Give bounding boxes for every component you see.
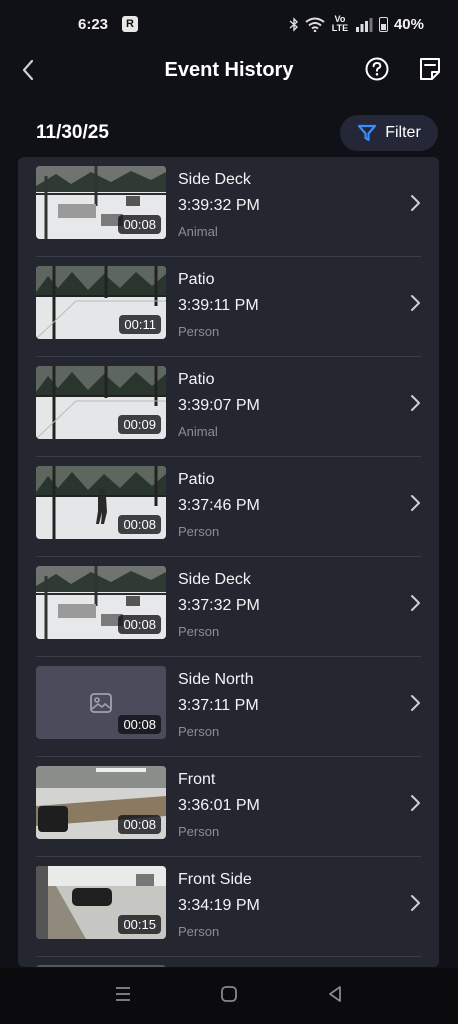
event-thumbnail[interactable]: 00:08 xyxy=(36,566,166,639)
row-divider xyxy=(36,956,421,957)
clip-duration: 00:11 xyxy=(119,315,161,334)
event-time: 3:37:46 PM xyxy=(178,497,260,514)
event-thumbnail[interactable]: 00:15 xyxy=(36,866,166,939)
event-type: Person xyxy=(178,624,220,639)
chevron-right-icon xyxy=(411,595,420,611)
help-button[interactable] xyxy=(364,56,390,82)
recents-icon xyxy=(116,986,130,1001)
chevron-left-icon xyxy=(22,59,34,81)
event-time: 3:39:11 PM xyxy=(178,297,259,314)
event-thumbnail[interactable]: 00:08 xyxy=(36,666,166,739)
clip-duration: 00:08 xyxy=(118,815,161,834)
event-row[interactable]: 00:08 Patio 3:37:46 PM Person xyxy=(18,457,439,557)
home-button[interactable] xyxy=(219,984,239,1009)
event-time: 3:37:32 PM xyxy=(178,597,260,614)
camera-name: Side Deck xyxy=(178,571,251,588)
event-type: Animal xyxy=(178,224,218,239)
recents-button[interactable] xyxy=(113,985,133,1008)
date-label: 11/30/25 xyxy=(36,122,109,143)
event-time: 3:39:32 PM xyxy=(178,197,260,214)
camera-name: Patio xyxy=(178,471,215,488)
event-row[interactable]: 00:11 Patio 3:39:11 PM Person xyxy=(18,257,439,357)
wifi-icon xyxy=(305,17,325,32)
filter-button[interactable]: Filter xyxy=(340,115,438,151)
app-notification-icon: R xyxy=(122,16,139,32)
clip-duration: 00:09 xyxy=(118,415,161,434)
event-row[interactable]: 00:08 Front 3:36:01 PM Person xyxy=(18,757,439,857)
event-row[interactable]: 00:08 Side Deck 3:37:32 PM Person xyxy=(18,557,439,657)
event-time: 3:39:07 PM xyxy=(178,397,260,414)
next-event-thumbnail-partial xyxy=(36,965,166,967)
chevron-right-icon xyxy=(411,195,420,211)
event-thumbnail[interactable]: 00:11 xyxy=(36,266,166,339)
clip-duration: 00:08 xyxy=(118,215,161,234)
status-icons: Vo LTE 40% xyxy=(289,15,424,33)
camera-name: Patio xyxy=(178,271,215,288)
chevron-right-icon xyxy=(411,895,420,911)
chevron-right-icon xyxy=(411,795,420,811)
chevron-right-icon xyxy=(411,395,420,411)
event-time: 3:36:01 PM xyxy=(178,797,260,814)
clip-duration: 00:08 xyxy=(118,615,161,634)
note-icon xyxy=(420,58,440,80)
volte-indicator: Vo LTE xyxy=(331,14,349,33)
bluetooth-icon xyxy=(289,16,298,32)
clip-duration: 00:15 xyxy=(118,915,161,934)
event-time: 3:34:19 PM xyxy=(178,897,260,914)
event-time: 3:37:11 PM xyxy=(178,697,259,714)
event-row[interactable]: 00:15 Front Side 3:34:19 PM Person xyxy=(18,857,439,957)
back-nav-button[interactable] xyxy=(325,984,345,1009)
event-row[interactable]: 00:08 Side Deck 3:39:32 PM Animal xyxy=(18,157,439,257)
back-triangle-icon xyxy=(329,985,341,1002)
event-type: Person xyxy=(178,924,220,939)
battery-percent: 40% xyxy=(393,15,424,33)
chevron-right-icon xyxy=(411,295,420,311)
event-list[interactable]: 00:08 Side Deck 3:39:32 PM Animal 00:11 … xyxy=(18,157,439,967)
filter-label: Filter xyxy=(385,124,421,141)
event-type: Person xyxy=(178,324,220,339)
event-type: Person xyxy=(178,524,220,539)
event-row[interactable]: 00:09 Patio 3:39:07 PM Animal xyxy=(18,357,439,457)
signal-icon xyxy=(355,17,373,32)
event-type: Person xyxy=(178,824,220,839)
camera-name: Front Side xyxy=(178,871,252,888)
event-thumbnail[interactable]: 00:09 xyxy=(36,366,166,439)
camera-name: Front xyxy=(178,771,216,788)
status-bar: 6:23 R Vo LTE 40% xyxy=(0,0,458,48)
event-thumbnail[interactable]: 00:08 xyxy=(36,766,166,839)
notes-button[interactable] xyxy=(416,55,444,83)
event-thumbnail[interactable]: 00:08 xyxy=(36,466,166,539)
event-type: Person xyxy=(178,724,220,739)
header: Event History xyxy=(0,48,458,92)
image-placeholder-icon xyxy=(90,692,112,713)
question-circle-icon xyxy=(365,57,389,81)
event-row[interactable]: 00:08 Side North 3:37:11 PM Person xyxy=(18,657,439,757)
camera-name: Side North xyxy=(178,671,254,688)
filter-icon xyxy=(358,124,377,142)
chevron-right-icon xyxy=(411,695,420,711)
camera-name: Patio xyxy=(178,371,215,388)
event-thumbnail[interactable]: 00:08 xyxy=(36,166,166,239)
clip-duration: 00:08 xyxy=(118,715,161,734)
camera-name: Side Deck xyxy=(178,171,251,188)
clip-duration: 00:08 xyxy=(118,515,161,534)
event-type: Animal xyxy=(178,424,218,439)
chevron-right-icon xyxy=(411,495,420,511)
system-nav-bar xyxy=(0,968,458,1024)
battery-icon xyxy=(378,16,388,32)
status-time: 6:23 xyxy=(78,15,109,33)
date-row: 11/30/25 Filter xyxy=(0,112,458,154)
back-button[interactable] xyxy=(14,54,42,86)
home-icon xyxy=(221,985,237,1002)
